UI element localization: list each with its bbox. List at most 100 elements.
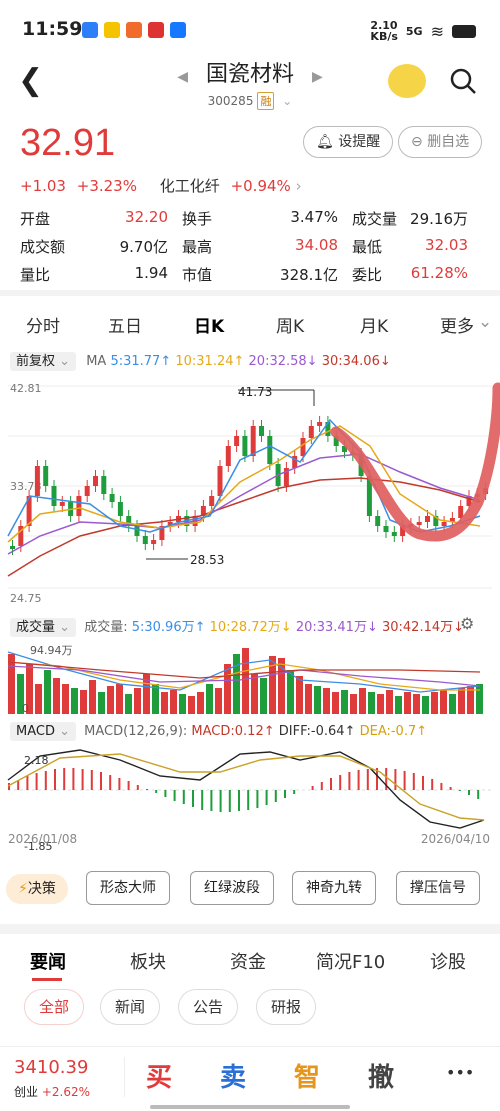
candle: [383, 526, 389, 532]
next-stock-icon[interactable]: ▶: [312, 69, 323, 85]
macd-bar: [256, 790, 259, 808]
macd-bar: [458, 790, 461, 791]
candle: [34, 466, 40, 496]
kline-header: 前复权 ⌄ MA 5:31.77↑ 10:31.24↑ 20:32.58↓ 30…: [10, 350, 391, 371]
alipay-icon: [170, 22, 186, 38]
macd-bar: [440, 783, 443, 790]
macd-bar: [210, 790, 213, 811]
candle: [250, 426, 256, 456]
macd-bar: [100, 772, 102, 790]
mascot-icon[interactable]: [388, 64, 426, 98]
sell-button[interactable]: 卖: [220, 1057, 246, 1094]
candle: [300, 438, 306, 456]
strategy-button[interactable]: 红绿波段: [190, 871, 274, 905]
stat-key: 市值: [182, 265, 213, 284]
remove-watchlist-button[interactable]: ⊖ 删自选: [398, 126, 483, 158]
stat-value: 9.70亿: [119, 237, 168, 256]
volume-chart[interactable]: 94.94万 0: [0, 640, 500, 718]
settings-icon[interactable]: ⚙: [460, 614, 474, 633]
news-filter-chip[interactable]: 公告: [178, 989, 238, 1025]
news-tab[interactable]: 资金: [230, 948, 266, 974]
volume-bar: [215, 688, 222, 714]
kline-chart[interactable]: 42.81 33.78 24.75 41.73 28.53: [0, 376, 500, 611]
stat-cell: 量比 1.94: [20, 264, 182, 285]
tab-0[interactable]: 分时: [26, 312, 60, 337]
stat-cell: 委比 61.28%: [352, 264, 482, 285]
candle: [225, 446, 231, 466]
chevron-down-icon[interactable]: ⌄: [282, 94, 292, 108]
macd-bar: [238, 790, 240, 811]
macd-bar: [192, 790, 194, 807]
kfc-icon: [148, 22, 164, 38]
stat-value: 61.28%: [410, 263, 468, 282]
news-tab[interactable]: 板块: [130, 948, 166, 974]
set-alert-button[interactable]: 🔔︎ 设提醒: [303, 126, 394, 158]
macd-bar: [35, 773, 38, 790]
index-value[interactable]: 3410.39: [14, 1057, 88, 1078]
macd-bar: [81, 769, 84, 790]
volume-bar: [233, 654, 240, 714]
news-tab[interactable]: 诊股: [430, 948, 466, 974]
candle: [416, 522, 422, 525]
chevron-down-icon[interactable]: ⌄: [478, 312, 492, 332]
macd-bar: [146, 789, 148, 790]
candle: [425, 516, 430, 522]
news-filter-chip[interactable]: 新闻: [100, 989, 160, 1025]
macd-bar: [72, 768, 75, 790]
buy-button[interactable]: 买: [146, 1057, 172, 1094]
volume-bar: [89, 680, 96, 714]
volume-bar: [188, 696, 195, 714]
macd-select[interactable]: MACD ⌄: [10, 722, 77, 741]
news-tab[interactable]: 简况F10: [316, 948, 385, 974]
strategy-button[interactable]: 撑压信号: [396, 871, 480, 905]
volume-bar: [287, 670, 294, 714]
svg-text:94.94万: 94.94万: [30, 644, 73, 657]
volume-bar: [395, 696, 402, 714]
stat-key: 量比: [20, 265, 51, 284]
tab-1[interactable]: 五日: [108, 312, 142, 337]
divider: [0, 924, 500, 934]
macd-bar: [136, 785, 139, 790]
volume-bar: [170, 690, 177, 714]
news-tab[interactable]: 要闻: [30, 948, 66, 974]
news-filter-chip[interactable]: 研报: [256, 989, 316, 1025]
tab-2[interactable]: 日K: [194, 312, 224, 337]
strategy-button[interactable]: 形态大师: [86, 871, 170, 905]
candle: [458, 506, 464, 518]
stat-value: 3.47%: [290, 207, 338, 226]
pct-change: +3.23%: [76, 177, 137, 195]
macd-bar: [44, 771, 47, 790]
macd-bar: [477, 790, 480, 799]
svg-text:2.18: 2.18: [24, 754, 49, 767]
news-filter-chip[interactable]: 全部: [24, 989, 84, 1025]
lightning-icon: ⚡: [18, 881, 28, 897]
volume-bar: [476, 684, 483, 714]
adjust-select[interactable]: 前复权 ⌄: [10, 352, 77, 371]
tab-5[interactable]: 更多: [440, 312, 474, 337]
macd-bar: [320, 782, 323, 790]
stat-value: 32.20: [125, 207, 168, 226]
stat-value: 34.08: [295, 235, 338, 254]
strategy-button[interactable]: 神奇九转: [292, 871, 376, 905]
volume-bar: [161, 692, 168, 714]
prev-stock-icon[interactable]: ◀: [177, 69, 188, 85]
smart-button[interactable]: 智: [294, 1057, 320, 1094]
app-icon-1: [82, 22, 98, 38]
volume-bar: [458, 688, 465, 714]
search-icon[interactable]: [448, 66, 478, 96]
tab-4[interactable]: 月K: [360, 312, 388, 337]
decision-badge[interactable]: ⚡决策: [6, 874, 68, 904]
chevron-right-icon[interactable]: ›: [296, 177, 302, 195]
volume-bar: [53, 678, 60, 714]
more-button[interactable]: •••: [446, 1063, 474, 1082]
sector-name[interactable]: 化工化纤: [160, 177, 220, 195]
stat-value: 328.1亿: [280, 265, 338, 284]
stock-header: ❮ ◀ 国瓷材料 ▶ 300285 融 ⌄: [0, 56, 500, 112]
tab-3[interactable]: 周K: [276, 312, 304, 337]
macd-bar: [63, 768, 66, 790]
candle: [242, 436, 248, 456]
macd-bar: [293, 790, 296, 794]
date-start: 2026/01/08: [8, 832, 78, 846]
volume-select[interactable]: 成交量 ⌄: [10, 618, 77, 637]
cancel-order-button[interactable]: 撤: [368, 1057, 394, 1094]
